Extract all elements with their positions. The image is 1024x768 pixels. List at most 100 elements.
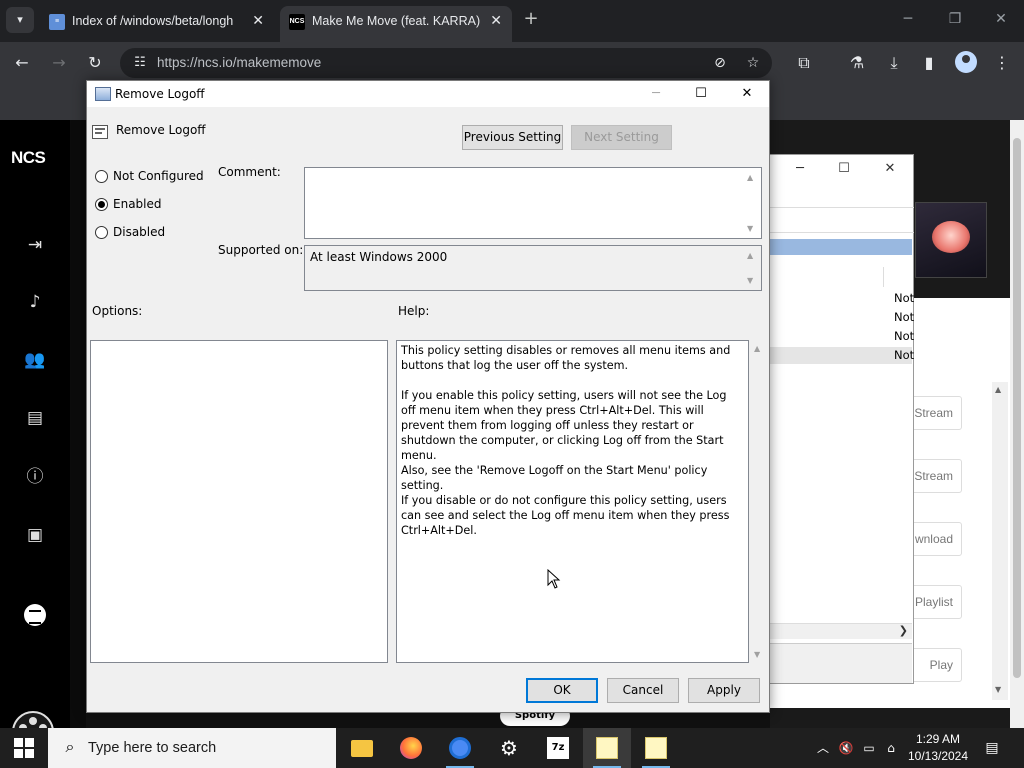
maximize-icon[interactable]: ☐: [690, 84, 712, 104]
close-icon[interactable]: ✕: [882, 161, 898, 179]
dialog-title: Remove Logoff: [115, 87, 205, 101]
browser-tab-ncs[interactable]: NCS Make Me Move (feat. KARRA) | ✕: [280, 6, 512, 42]
taskbar-chrome[interactable]: [436, 728, 484, 768]
selected-tree-item[interactable]: [770, 239, 912, 255]
contact-icon[interactable]: ▣: [24, 524, 46, 546]
downloads-icon[interactable]: ⤓: [883, 52, 905, 74]
radio-circle[interactable]: [95, 226, 108, 239]
side-panel-icon[interactable]: ▮: [918, 52, 940, 74]
comment-field[interactable]: ▲ ▼: [304, 167, 762, 239]
notepad-icon: [645, 737, 667, 759]
options-pane: [90, 340, 388, 663]
extensions-icon[interactable]: ⧉: [793, 52, 815, 74]
radio-label[interactable]: Not Configured: [113, 169, 204, 183]
radio-circle[interactable]: [95, 198, 108, 211]
supported-scrollbar[interactable]: ▲ ▼: [744, 247, 760, 289]
info-icon[interactable]: ⓘ: [24, 466, 46, 488]
flower-image: [932, 221, 970, 253]
scroll-thumb[interactable]: [1013, 138, 1021, 678]
taskbar-notepad-1[interactable]: [583, 728, 631, 768]
taskbar-file-explorer[interactable]: [338, 728, 386, 768]
help-paragraph: Also, see the 'Remove Logoff on the Star…: [401, 464, 708, 492]
labs-flask-icon[interactable]: ⚗: [846, 52, 868, 74]
search-placeholder: Type here to search: [88, 740, 217, 756]
close-icon[interactable]: ✕: [736, 84, 758, 104]
playlist-banner: [86, 711, 770, 728]
help-paragraph: This policy setting disables or removes …: [401, 344, 731, 372]
back-button[interactable]: ←: [11, 52, 33, 74]
ok-button[interactable]: OK: [526, 678, 598, 703]
close-tab-icon[interactable]: ✕: [490, 12, 502, 29]
chevron-right-icon[interactable]: ❯: [899, 624, 908, 637]
scroll-down-icon[interactable]: ▼: [747, 224, 753, 233]
browser-tab-index[interactable]: ≡ Index of /windows/beta/longh ✕: [40, 6, 274, 42]
radio-circle[interactable]: [95, 170, 108, 183]
album-artwork[interactable]: [915, 202, 987, 278]
network-icon[interactable]: ▭: [861, 740, 877, 756]
address-bar[interactable]: ☷ https://ncs.io/makememove ⊘ ☆: [120, 48, 772, 78]
minimize-icon[interactable]: ─: [898, 9, 918, 29]
scroll-up-icon[interactable]: ▲: [754, 344, 760, 353]
document-icon[interactable]: ▤: [24, 407, 46, 429]
new-tab-button[interactable]: +: [522, 8, 540, 30]
taskbar-clock[interactable]: 1:29 AM 10/13/2024: [905, 731, 971, 765]
close-tab-icon[interactable]: ✕: [252, 12, 264, 29]
cancel-button[interactable]: Cancel: [607, 678, 679, 703]
menu-kebab-icon[interactable]: ⋮: [991, 52, 1013, 74]
taskbar-firefox[interactable]: [387, 728, 435, 768]
taskbar-notepad-2[interactable]: [632, 728, 680, 768]
horizontal-scrollbar[interactable]: ❯: [770, 623, 912, 639]
forward-button[interactable]: →: [48, 52, 70, 74]
comment-scrollbar[interactable]: ▲ ▼: [744, 169, 760, 237]
previous-setting-button[interactable]: Previous Setting: [462, 125, 563, 150]
windows-taskbar: ⌕ Type here to search ⚙ 7z ︿ 🔇 ▭ ⌂ 1:29 …: [0, 728, 1024, 768]
people-icon[interactable]: 👥: [24, 349, 46, 371]
scroll-down-icon[interactable]: ▼: [754, 650, 760, 659]
eye-off-icon[interactable]: ⊘: [710, 53, 730, 73]
scroll-up-icon[interactable]: ▲: [995, 385, 1001, 394]
state-cell[interactable]: Not: [894, 291, 914, 305]
taskbar-7zip[interactable]: 7z: [534, 728, 582, 768]
bookmark-star-icon[interactable]: ☆: [743, 53, 763, 73]
spotify-icon[interactable]: [24, 604, 46, 626]
browser-scrollbar[interactable]: [1010, 120, 1024, 728]
taskbar-settings[interactable]: ⚙: [485, 728, 533, 768]
scroll-up-icon[interactable]: ▲: [747, 251, 753, 260]
music-note-icon[interactable]: ♪: [24, 291, 46, 313]
tab-search-button[interactable]: ▾: [6, 7, 34, 33]
radio-label[interactable]: Disabled: [113, 225, 165, 239]
scroll-up-icon[interactable]: ▲: [747, 173, 753, 182]
ncs-logo[interactable]: NCS: [11, 148, 46, 168]
url-text: https://ncs.io/makememove: [157, 55, 322, 70]
next-setting-button[interactable]: Next Setting: [571, 125, 672, 150]
reload-button[interactable]: ↻: [84, 52, 106, 74]
battery-icon[interactable]: ⌂: [883, 740, 899, 756]
state-cell[interactable]: Not: [894, 310, 914, 324]
apply-button[interactable]: Apply: [688, 678, 760, 703]
taskbar-search-box[interactable]: ⌕ Type here to search: [48, 728, 336, 768]
windows-start-icon[interactable]: [14, 738, 34, 758]
policy-setting-icon: [92, 125, 108, 139]
site-info-icon[interactable]: ☷: [130, 53, 150, 73]
minimize-icon[interactable]: ─: [792, 161, 808, 179]
scroll-down-icon[interactable]: ▼: [747, 276, 753, 285]
state-cell[interactable]: Not: [894, 329, 914, 343]
help-scrollbar[interactable]: ▲ ▼: [749, 340, 766, 663]
maximize-icon[interactable]: ☐: [836, 161, 852, 179]
notifications-icon[interactable]: ▤: [984, 740, 1000, 756]
clock-time: 1:29 AM: [915, 732, 961, 746]
restore-icon[interactable]: ❐: [945, 9, 965, 29]
login-icon[interactable]: ⇥: [24, 234, 46, 256]
profile-avatar[interactable]: [955, 51, 977, 73]
bg-window-menubar: [770, 207, 914, 233]
close-window-icon[interactable]: ✕: [991, 9, 1011, 29]
page-scrollbar[interactable]: ▲ ▼: [992, 382, 1008, 700]
scroll-down-icon[interactable]: ▼: [995, 685, 1001, 694]
state-cell[interactable]: Not: [894, 348, 914, 362]
tray-chevron-up-icon[interactable]: ︿: [815, 740, 831, 756]
radio-label[interactable]: Enabled: [113, 197, 162, 211]
dialog-titlebar: Remove Logoff ─ ☐ ✕: [87, 81, 769, 107]
ncs-menu-fab[interactable]: [12, 711, 54, 728]
volume-muted-icon[interactable]: 🔇: [838, 740, 854, 756]
ncs-sidebar: NCS ⇥ ♪ 👥 ▤ ⓘ ▣: [0, 120, 70, 728]
